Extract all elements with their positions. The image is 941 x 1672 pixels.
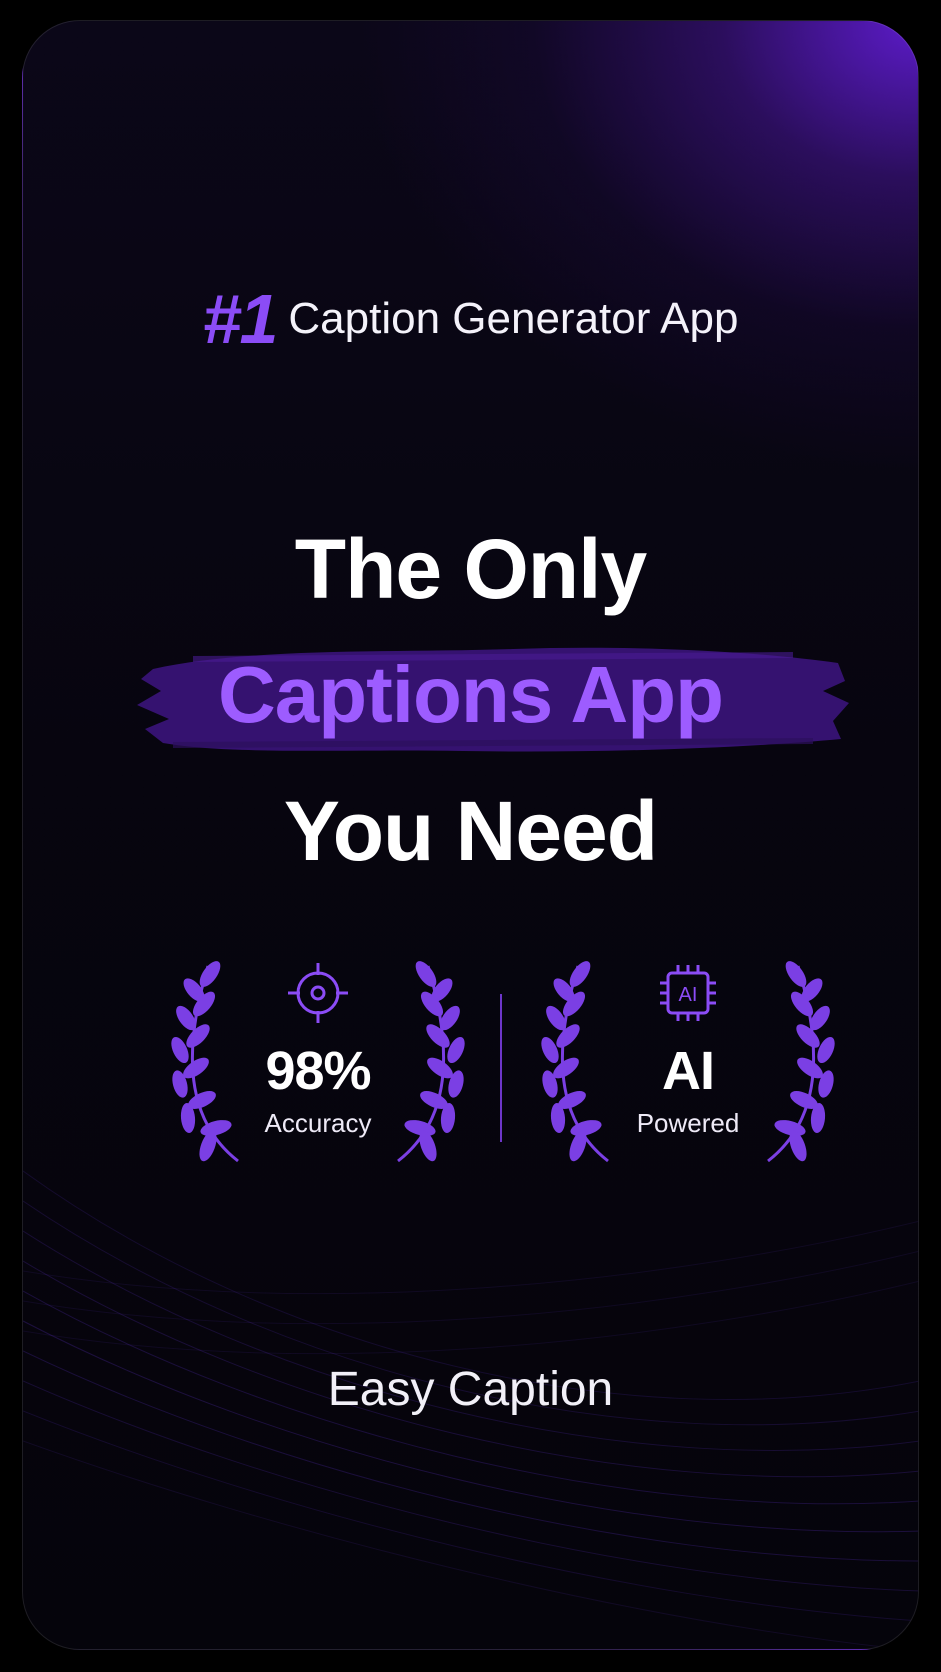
ai-chip-icon: AI	[660, 965, 716, 1021]
headline-line-3: You Need	[283, 784, 658, 878]
ai-label: Powered	[636, 1108, 740, 1138]
accuracy-label: Accuracy	[264, 1108, 372, 1138]
rank-badge: #1	[202, 280, 279, 358]
headline-line-2: Captions App	[218, 650, 724, 739]
ai-value: AI	[662, 1041, 715, 1101]
ai-powered-badge: AI AI Powered	[538, 956, 838, 1176]
ai-chip-text: AI	[679, 984, 698, 1006]
promo-card: #1 Caption Generator App The Only Caption…	[22, 20, 919, 1650]
tagline-text: Caption Generator App	[288, 294, 739, 343]
tagline: #1 Caption Generator App	[23, 279, 918, 359]
badge-divider	[500, 994, 502, 1142]
target-icon	[288, 963, 348, 1023]
headline-line-1: The Only	[294, 522, 647, 616]
accuracy-badge: 98% Accuracy	[168, 956, 468, 1176]
brand-name: Easy Caption	[327, 1363, 614, 1416]
accuracy-value: 98%	[265, 1041, 371, 1101]
